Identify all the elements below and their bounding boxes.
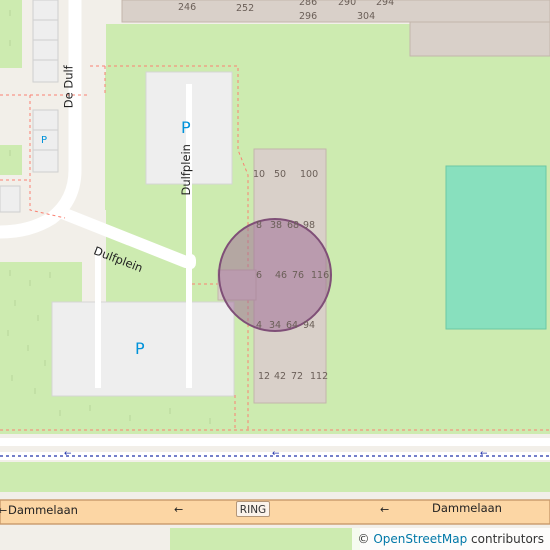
house-number: 286 <box>299 0 318 8</box>
house-number: 38 <box>270 220 283 231</box>
house-number: 116 <box>311 270 330 281</box>
street-label-dammelaan: Dammelaan <box>8 503 78 517</box>
grass-inner <box>105 72 147 210</box>
house-number: 10 <box>253 169 266 180</box>
sports-pitch <box>445 165 547 330</box>
house-number: 76 <box>292 270 305 281</box>
copyright-symbol: © <box>357 532 370 546</box>
attribution: © OpenStreetMap contributors <box>351 528 550 550</box>
parking-icon: P <box>41 135 48 146</box>
house-number: 98 <box>303 220 316 231</box>
oneway-arrow-icon: ← <box>174 503 184 516</box>
house-number: 304 <box>357 11 376 22</box>
house-number: 50 <box>274 169 287 180</box>
house-number: 112 <box>310 371 329 382</box>
oneway-arrow-icon: ← <box>272 449 280 459</box>
attribution-suffix: contributors <box>467 532 544 546</box>
oneway-arrow-icon: ← <box>380 503 390 516</box>
map-view[interactable]: 246 252 286 296 290 294 304 10 50 100 8 … <box>0 0 550 550</box>
attribution-link[interactable]: OpenStreetMap <box>373 532 467 546</box>
oneway-arrow-icon: ← <box>64 449 72 459</box>
street-label-dammelaan: Dammelaan <box>432 501 502 515</box>
route-shield: RING <box>236 501 270 517</box>
oneway-arrow-icon: ← <box>480 449 488 459</box>
parking-spaces-west <box>0 185 21 213</box>
grass-verge-south <box>170 528 360 550</box>
house-number: 4 <box>256 320 263 331</box>
house-number: 34 <box>269 320 282 331</box>
house-number: 42 <box>274 371 287 382</box>
street-label-de-dulf: De Dulf <box>61 65 76 109</box>
street-label-dulfplein-north: Dulfplein <box>178 144 193 196</box>
house-number: 12 <box>258 371 271 382</box>
house-number: 8 <box>256 220 263 231</box>
house-number: 294 <box>376 0 395 8</box>
oneway-arrow-icon: ← <box>0 504 8 517</box>
parking-icon: P <box>181 118 191 137</box>
house-number: 94 <box>303 320 316 331</box>
grass-patch-north <box>0 0 22 68</box>
building-northeast <box>409 21 550 57</box>
house-number: 46 <box>275 270 288 281</box>
parking-spaces-north <box>32 0 59 83</box>
grass-verge <box>0 462 550 492</box>
house-number: 246 <box>178 2 197 13</box>
house-number: 296 <box>299 11 318 22</box>
grass-strip <box>0 395 235 434</box>
house-number: 290 <box>338 0 357 8</box>
house-number: 100 <box>300 169 319 180</box>
house-number: 68 <box>287 220 300 231</box>
grass-patch <box>0 145 22 175</box>
house-number: 72 <box>291 371 304 382</box>
house-number: 6 <box>256 270 263 281</box>
house-number: 64 <box>286 320 299 331</box>
parking-icon: P <box>135 339 145 358</box>
house-number: 252 <box>236 3 255 14</box>
parking-space-lines <box>33 19 58 151</box>
